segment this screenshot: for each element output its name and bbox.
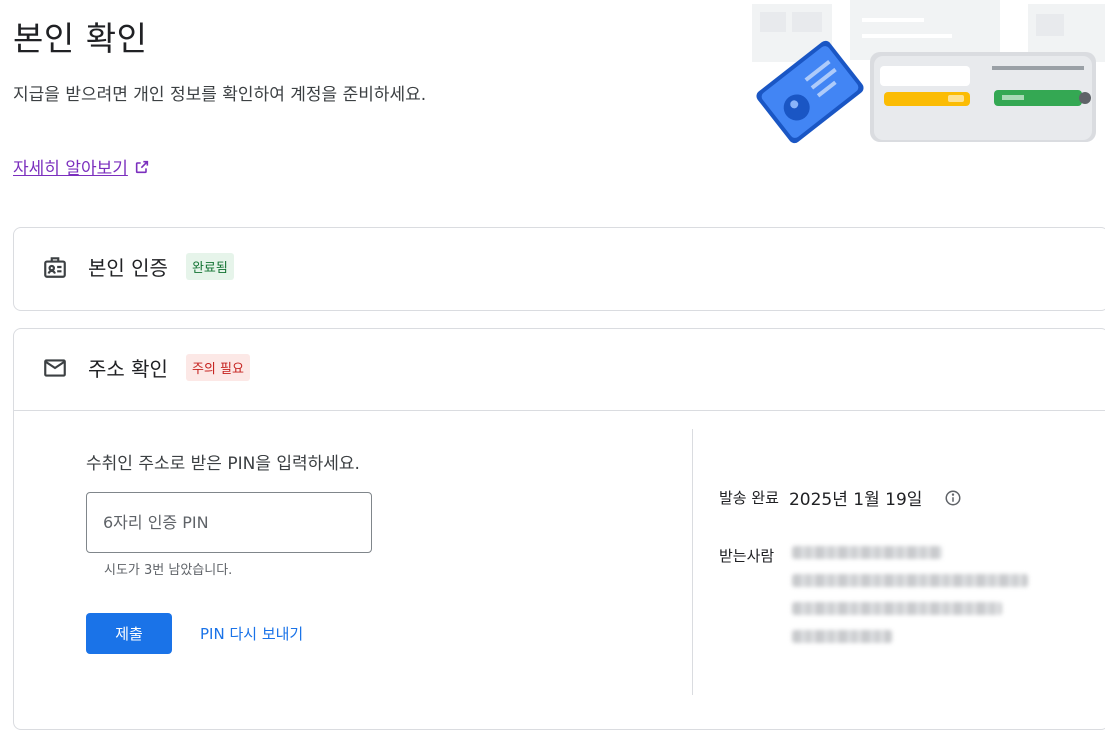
sent-date: 2025년 1월 19일 <box>788 490 923 510</box>
page-title: 본인 확인 <box>13 19 148 58</box>
learn-more-label: 자세히 알아보기 <box>13 159 128 179</box>
mail-icon <box>42 355 68 381</box>
address-verification-card: 주소 확인 주의 필요 수취인 주소로 받은 PIN을 입력하세요. 시도가 3… <box>13 328 1105 730</box>
attempts-remaining: 시도가 3번 남았습니다. <box>104 563 233 578</box>
status-badge-completed: 완료됨 <box>185 253 234 280</box>
id-card-icon <box>42 254 68 280</box>
sent-status-row: 발송 완료 2025년 1월 19일 <box>719 485 962 510</box>
identity-verification-card[interactable]: 본인 인증 완료됨 <box>13 227 1105 311</box>
card-divider <box>14 410 1105 411</box>
recipient-address-redacted <box>792 546 1028 658</box>
recipient-label: 받는사람 <box>719 547 775 565</box>
pin-input[interactable] <box>86 492 372 553</box>
external-link-icon <box>135 160 149 173</box>
status-badge-attention: 주의 필요 <box>185 354 250 381</box>
info-icon[interactable] <box>944 489 962 507</box>
pin-prompt: 수취인 주소로 받은 PIN을 입력하세요. <box>86 454 360 474</box>
wallet-illustration <box>752 0 1105 144</box>
resend-pin-button[interactable]: PIN 다시 보내기 <box>200 623 303 644</box>
identity-card-title: 본인 인증 <box>88 256 168 280</box>
column-divider <box>692 429 693 695</box>
submit-button[interactable]: 제출 <box>86 613 172 654</box>
page-description: 지급을 받으려면 개인 정보를 확인하여 계정을 준비하세요. <box>13 85 427 105</box>
address-card-title: 주소 확인 <box>88 357 168 381</box>
learn-more-link[interactable]: 자세히 알아보기 <box>13 154 150 179</box>
sent-label: 발송 완료 <box>719 489 779 507</box>
